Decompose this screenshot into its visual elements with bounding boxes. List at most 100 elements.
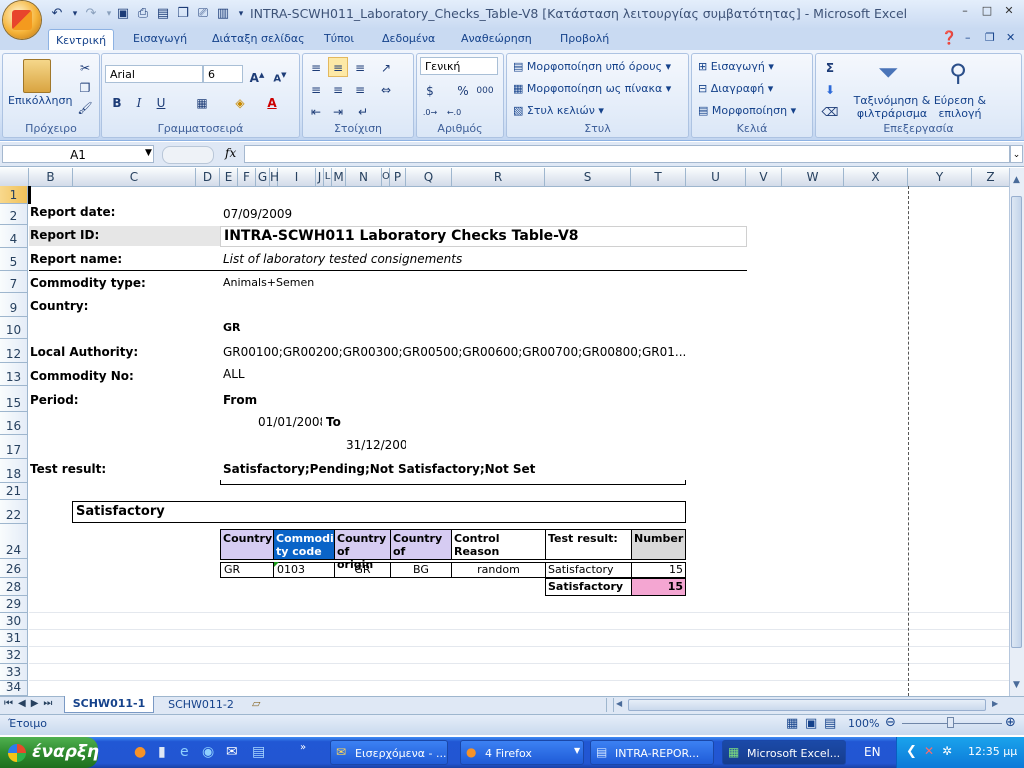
tab-home[interactable]: Κεντρική [48,29,114,51]
format-as-table-button[interactable]: ▦ Μορφοποίηση ως πίνακα ▾ [513,82,671,95]
tray-network-icon[interactable]: ✕ [924,744,934,758]
empty-grid-area[interactable] [29,596,1009,696]
name-box-dropdown-icon[interactable]: ▼ [145,148,152,158]
row-header[interactable]: 28 [0,578,28,596]
number-format-select[interactable]: Γενική [420,57,498,75]
help-icon[interactable]: ❓ [941,31,957,48]
column-header[interactable]: G [256,168,270,186]
taskbar-item-inbox[interactable]: Εισερχόμενα - ... [330,740,448,765]
normal-view-icon[interactable]: ▦ [786,716,798,731]
italic-button[interactable]: I [129,92,149,112]
column-header[interactable]: S [545,168,631,186]
column-header[interactable]: P [390,168,406,186]
row-header[interactable]: 24 [0,524,28,559]
row-header[interactable]: 1 [0,186,28,204]
zoom-out-icon[interactable]: ⊖ [885,715,896,730]
undo-icon[interactable]: ↶ [48,5,66,22]
percent-button[interactable]: % [453,80,473,100]
clock[interactable]: 12:35 μμ [968,745,1017,758]
sheet-tab-active[interactable]: SCHW011-1 [64,696,154,713]
taskbar-item-excel[interactable]: Microsoft Excel... [722,740,846,765]
cell-styles-button[interactable]: ▧ Στυλ κελιών ▾ [513,104,604,117]
column-header[interactable]: F [238,168,256,186]
align-top-icon[interactable]: ≡ [306,57,326,77]
decrease-indent-icon[interactable]: ⇤ [306,101,326,121]
column-header[interactable]: J [316,168,324,186]
column-header[interactable]: D [196,168,220,186]
shrink-font-icon[interactable]: A▼ [270,64,290,84]
language-indicator[interactable]: EN [864,745,881,759]
formula-input[interactable] [244,145,1010,163]
conditional-format-button[interactable]: ▤ Μορφοποίηση υπό όρους ▾ [513,60,671,73]
column-header[interactable]: W [782,168,844,186]
column-header[interactable]: X [844,168,908,186]
grow-font-icon[interactable]: A▲ [247,64,267,85]
scroll-up-icon[interactable]: ▲ [1010,175,1023,189]
zoom-in-icon[interactable]: ⊕ [1005,715,1016,730]
increase-indent-icon[interactable]: ⇥ [328,101,348,121]
save-icon[interactable]: ▣ [114,5,132,22]
wrap-text-icon[interactable]: ↵ [353,101,373,121]
quicklaunch-expand-icon[interactable]: » [300,742,306,753]
row-header[interactable]: 30 [0,613,28,630]
taskbar-item-word[interactable]: INTRA-REPOR... [590,740,714,765]
format-cells-button[interactable]: ▤ Μορφοποίηση ▾ [698,104,796,117]
clear-icon[interactable]: ⌫ [820,101,840,121]
scroll-left-icon[interactable]: ◀ [616,699,626,708]
minimize-button[interactable]: – [954,4,976,21]
paste-icon[interactable] [23,59,51,93]
outlook-quicklaunch-icon[interactable]: ✉ [226,744,238,760]
font-name-select[interactable]: Arial [105,65,203,83]
currency-icon[interactable]: $ [420,80,440,100]
decrease-decimal-icon[interactable]: ←.0 [444,102,464,122]
row-header[interactable]: 13 [0,363,28,386]
firefox-quicklaunch-icon[interactable]: ● [134,744,146,760]
tray-collapse-icon[interactable]: ❮ [906,744,917,759]
column-header[interactable]: R [452,168,545,186]
scroll-right-icon[interactable]: ▶ [992,699,1002,708]
paste-button[interactable]: Επικόλληση [8,94,72,107]
bold-button[interactable]: B [107,92,127,112]
name-box[interactable]: A1 [2,145,154,163]
column-header[interactable]: O [382,168,390,186]
vertical-scroll-thumb[interactable] [1011,196,1022,648]
ribbon-minimize-icon[interactable]: – [965,31,971,48]
sheet-tab[interactable]: SCHW011-2 [156,697,246,713]
print-icon[interactable]: ⎚ [194,5,212,22]
firefox-group-dropdown-icon[interactable]: ▼ [574,746,580,755]
scroll-down-icon[interactable]: ▼ [1010,680,1023,694]
row-header[interactable]: 22 [0,500,28,524]
fill-color-icon[interactable]: ◈ [230,92,250,112]
tab-formulas[interactable]: Τύποι [324,32,354,49]
tray-volume-icon[interactable]: ✲ [942,744,952,758]
format-painter-icon[interactable]: 🖌 [75,97,95,117]
delete-cells-button[interactable]: ⊟ Διαγραφή ▾ [698,82,773,95]
ie-quicklaunch-icon[interactable]: e [180,744,189,760]
fill-icon[interactable]: ⬇ [820,79,840,99]
row-header[interactable]: 4 [0,225,28,248]
column-header[interactable]: T [631,168,686,186]
column-header[interactable]: Z [972,168,1010,186]
zoom-slider-thumb[interactable] [947,717,954,728]
sort-filter-icon[interactable]: ⏷ [873,58,903,88]
tab-page-layout[interactable]: Διάταξη σελίδας [212,32,305,49]
office-button[interactable] [3,1,41,39]
insert-cells-button[interactable]: ⊞ Εισαγωγή ▾ [698,60,774,73]
find-select-button[interactable]: Εύρεση & επιλογή [932,94,988,120]
orientation-icon[interactable]: ↗ [376,57,396,77]
expand-formula-icon[interactable]: ⌄ [1010,145,1023,163]
borders-icon[interactable]: ▦ [192,92,212,112]
tab-review[interactable]: Αναθεώρηση [461,32,532,49]
column-header[interactable]: I [278,168,316,186]
row-header[interactable]: 9 [0,293,28,317]
row-header[interactable]: 31 [0,630,28,647]
tab-insert[interactable]: Εισαγωγή [133,32,187,49]
underline-button[interactable]: U [151,92,171,112]
tab-data[interactable]: Δεδομένα [382,32,435,49]
row-header[interactable]: 33 [0,664,28,681]
column-header[interactable]: V [746,168,782,186]
autosum-icon[interactable]: Σ [820,57,840,77]
sort-filter-button[interactable]: Ταξινόμηση & φιλτράρισμα [852,94,932,120]
customize-qat-icon[interactable]: ▾ [232,5,250,22]
row-header[interactable]: 18 [0,459,28,483]
